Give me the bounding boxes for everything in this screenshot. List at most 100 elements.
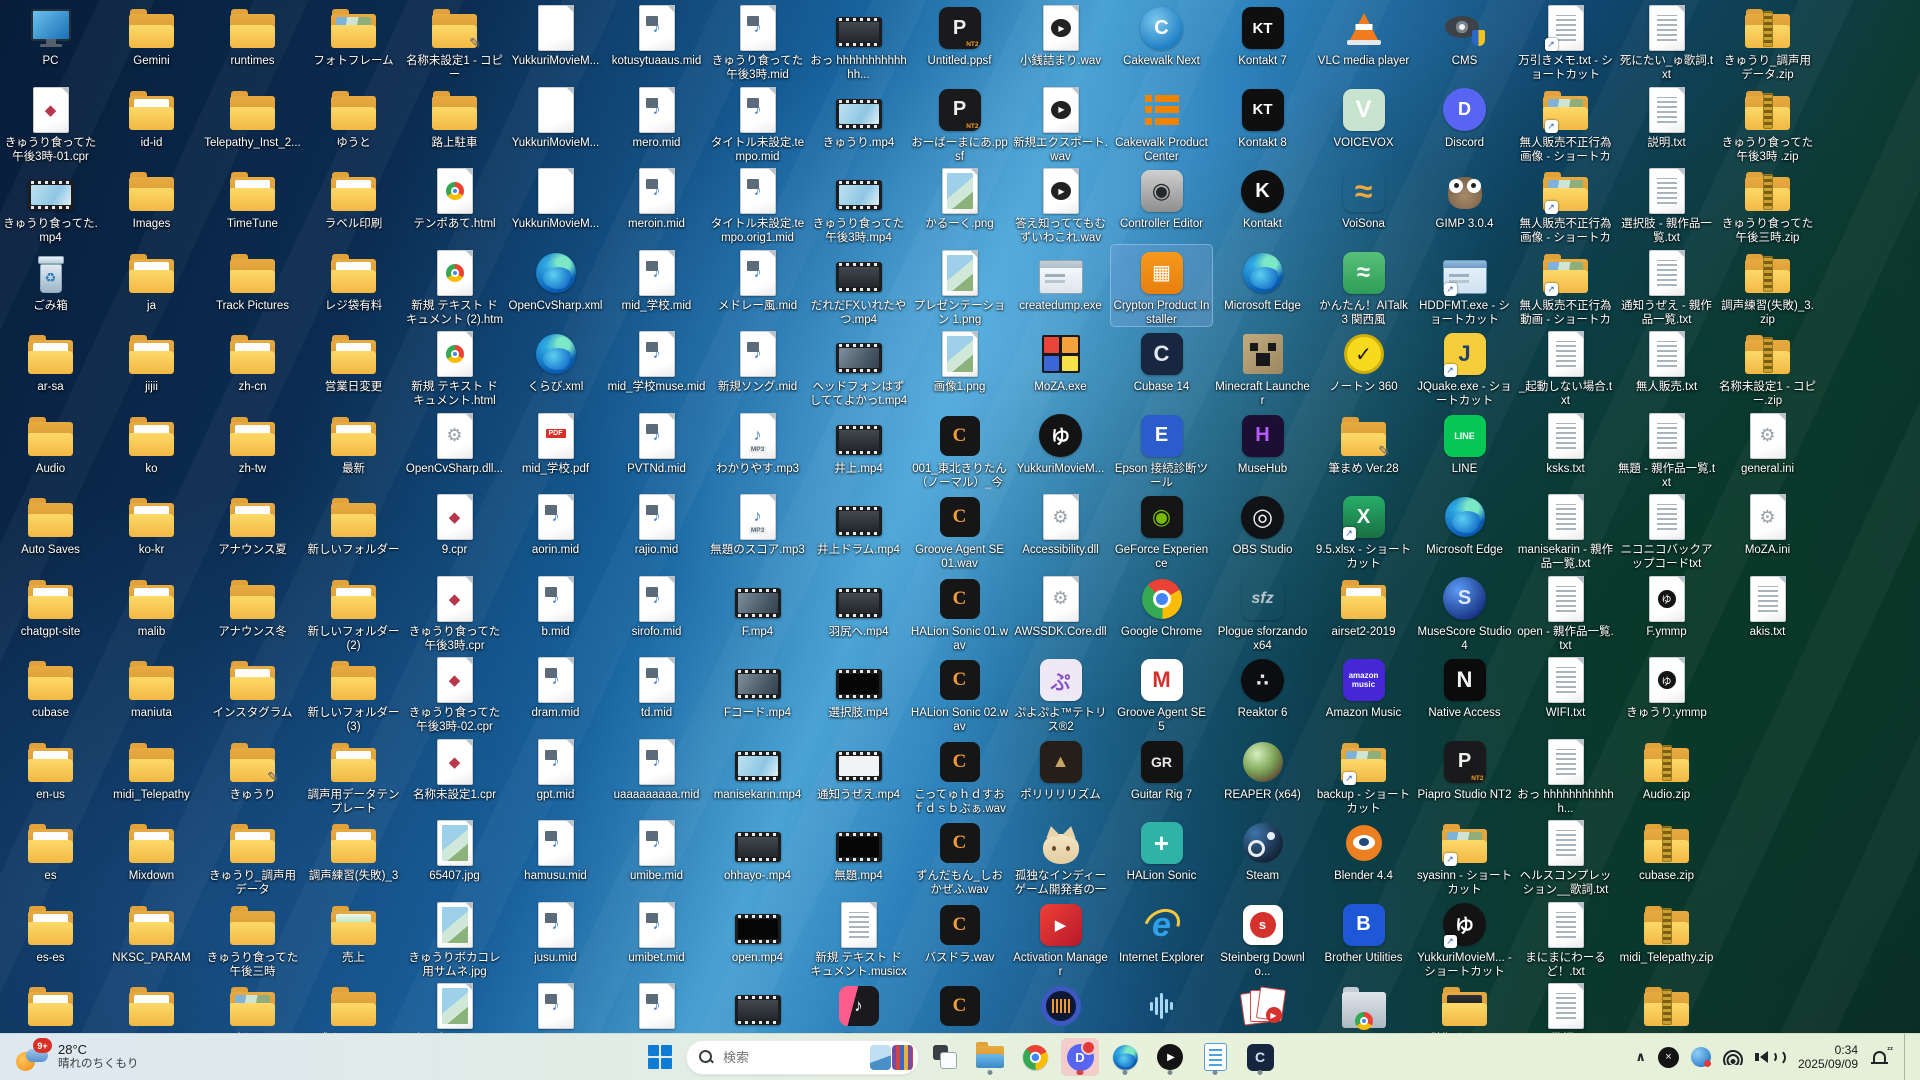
desktop-icon[interactable]: 井上ドラム.mp4 bbox=[808, 489, 909, 571]
desktop-icon[interactable]: ♪ meroin.mid bbox=[606, 163, 707, 245]
desktop-icon[interactable]: K...t Fil... bbox=[1111, 978, 1212, 1034]
desktop-icon[interactable]: 新規 テキスト ドキュメント.html bbox=[404, 326, 505, 408]
desktop-icon[interactable]: Audio bbox=[0, 408, 101, 490]
desktop-icon[interactable]: 新しいフォルダー bbox=[303, 489, 404, 571]
desktop-icon[interactable]: ◉ Controller Editor bbox=[1111, 163, 1212, 245]
desktop-icon[interactable]: ⚙ AWSSDK.Core.dll bbox=[1010, 571, 1111, 653]
desktop-icon[interactable]: ↗ backup - ショートカット bbox=[1313, 734, 1414, 816]
desktop-icon[interactable]: E Epson 接続診断ツール bbox=[1111, 408, 1212, 490]
desktop-icon[interactable]: 新規 テキスト ドキュメント.musicxml bbox=[808, 897, 909, 979]
desktop-icon[interactable]: 通知うぜえ - 親作品一覧.txt bbox=[1616, 245, 1717, 327]
desktop-icon[interactable]: アナウンス夏 bbox=[202, 489, 303, 571]
desktop-icon[interactable]: だれだFXいれたやつ.mp4 bbox=[808, 245, 909, 327]
desktop-icon[interactable]: _起動しない場合.txt bbox=[1515, 326, 1616, 408]
desktop-icon[interactable]: ♪ aorin.mid bbox=[505, 489, 606, 571]
desktop-icon[interactable]: ♪うた... bbox=[808, 978, 909, 1034]
desktop-icon[interactable]: 調声練習(失敗)_3 bbox=[303, 815, 404, 897]
desktop-icon[interactable]: かるーく.png bbox=[909, 163, 1010, 245]
desktop-icon[interactable]: ◆ きゅうり食ってた午後3時-02.cpr bbox=[404, 652, 505, 734]
desktop-icon[interactable]: M Groove Agent SE 5 bbox=[1111, 652, 1212, 734]
desktop-icon[interactable]: Microsoft Edge bbox=[1212, 245, 1313, 327]
start-button[interactable] bbox=[641, 1038, 679, 1076]
desktop-icon[interactable]: Mixdown bbox=[101, 815, 202, 897]
desktop-icon[interactable]: ♪ 新規ソング.mid bbox=[707, 326, 808, 408]
desktop-icon[interactable]: ♪ タイトル未設定.tempo.orig1.mid bbox=[707, 163, 808, 245]
desktop-icon[interactable]: C Cakewalk Next bbox=[1111, 0, 1212, 82]
tray-mute-icon[interactable]: × bbox=[1657, 1046, 1679, 1068]
desktop-icon[interactable]: + HALion Sonic bbox=[1111, 815, 1212, 897]
desktop-icon[interactable]: ▶ Activation Manager bbox=[1010, 897, 1111, 979]
desktop-icon[interactable]: F.mp4 bbox=[707, 571, 808, 653]
search-input[interactable] bbox=[721, 1048, 835, 1066]
desktop-icon[interactable]: maniuta bbox=[101, 652, 202, 734]
desktop-icon[interactable]: zh-tw bbox=[202, 408, 303, 490]
taskbar-app-text-editor[interactable] bbox=[1196, 1038, 1234, 1076]
desktop-icon[interactable]: プレゼンテーション... bbox=[404, 978, 505, 1034]
desktop-icon[interactable]: ♪ MP3 無題のスコア.mp3 bbox=[707, 489, 808, 571]
desktop-icon[interactable]: 無題.mp4 bbox=[808, 815, 909, 897]
desktop-icon[interactable]: 通知うぜえ.mp4 bbox=[808, 734, 909, 816]
desktop-icon[interactable]: 名称未設定1 - コピー.zip bbox=[1717, 326, 1818, 408]
desktop-icon[interactable]: cubase bbox=[0, 652, 101, 734]
desktop-icon[interactable]: B Brother Utilities bbox=[1313, 897, 1414, 979]
show-desktop-button[interactable] bbox=[1904, 1034, 1910, 1080]
desktop-icon[interactable]: きゅうりボカコレ用サムネ.jpg bbox=[404, 897, 505, 979]
desktop-icon[interactable]: malib bbox=[101, 571, 202, 653]
tray-app-icon[interactable] bbox=[1690, 1047, 1711, 1067]
desktop-icon[interactable]: ko bbox=[101, 408, 202, 490]
desktop-icon[interactable]: MoZA.exe bbox=[1010, 326, 1111, 408]
desktop-icon[interactable]: Fコード.mp4 bbox=[707, 652, 808, 734]
desktop-icon[interactable]: amazon music Amazon Music bbox=[1313, 652, 1414, 734]
desktop-icon[interactable]: e Internet Explorer bbox=[1111, 897, 1212, 979]
desktop-icon[interactable]: きゅうり食ってた午後三時 bbox=[202, 897, 303, 979]
desktop-icon[interactable]: ◎ OBS Studio bbox=[1212, 489, 1313, 571]
desktop-icon[interactable]: ♪ gpt.mid bbox=[505, 734, 606, 816]
desktop-icon[interactable]: KT Kontakt 8 bbox=[1212, 82, 1313, 164]
desktop-icon[interactable]: ♪ メドレー風.mid bbox=[707, 245, 808, 327]
desktop-icon[interactable]: 無人販売.txt bbox=[1616, 326, 1717, 408]
desktop-icon[interactable]: ksks.txt bbox=[1515, 408, 1616, 490]
desktop-icon[interactable]: V VOICEVOX bbox=[1313, 82, 1414, 164]
desktop-icon[interactable]: ♪ umibet.mid bbox=[606, 897, 707, 979]
desktop-icon[interactable]: くらび.xml bbox=[505, 326, 606, 408]
desktop-icon[interactable]: TimeTune bbox=[202, 163, 303, 245]
desktop-icon[interactable]: きゅうり.mp4 bbox=[808, 82, 909, 164]
desktop-icon[interactable]: ↗ 万引きメモ.txt - ショートカット bbox=[1515, 0, 1616, 82]
desktop-icon[interactable]: ⚙ MoZA.ini bbox=[1717, 489, 1818, 571]
desktop-icon[interactable]: LINE LINE bbox=[1414, 408, 1515, 490]
desktop-icon[interactable]: Minecraft Launcher bbox=[1212, 326, 1313, 408]
desktop-icon[interactable]: Track Pictures bbox=[202, 245, 303, 327]
desktop-icon[interactable]: ✎ きゅうり bbox=[202, 734, 303, 816]
desktop-icon[interactable]: ゆきゅうり.ymmp bbox=[1616, 652, 1717, 734]
desktop-icon[interactable]: ↗ 無人販売不正行為動画 - ショートカット bbox=[1515, 245, 1616, 327]
desktop-icon[interactable]: YukkuriMovieM... bbox=[505, 163, 606, 245]
desktop-icon[interactable]: X ↗ 9.5.xlsx - ショートカット bbox=[1313, 489, 1414, 571]
desktop-icon[interactable]: C...wav bbox=[909, 978, 1010, 1034]
desktop-icon[interactable]: C バスドラ.wav bbox=[909, 897, 1010, 979]
desktop-icon[interactable]: 選択肢 - 親作品一覧.txt bbox=[1616, 163, 1717, 245]
desktop-icon[interactable]: YukkuriMovieM... bbox=[505, 0, 606, 82]
desktop-icon[interactable]: ピクチャ bbox=[202, 978, 303, 1034]
desktop-icon[interactable]: chatgpt-site bbox=[0, 571, 101, 653]
weather-widget[interactable]: 9+ 28°C 晴れのちくもり bbox=[8, 1034, 147, 1080]
desktop-icon[interactable]: フォトフレーム bbox=[303, 0, 404, 82]
desktop-icon[interactable]: Chrome Remote... bbox=[1313, 978, 1414, 1034]
desktop-icon[interactable]: P NT2 Untitled.ppsf bbox=[909, 0, 1010, 82]
desktop-icon[interactable]: C Groove Agent SE 01.wav bbox=[909, 489, 1010, 571]
desktop-icon[interactable]: レジ袋有料 bbox=[303, 245, 404, 327]
desktop-icon[interactable]: ♪ mid_学校.mid bbox=[606, 245, 707, 327]
desktop-icon[interactable]: 無題 - 親作品一覧.txt bbox=[1616, 408, 1717, 490]
desktop-icon[interactable]: VLC media player bbox=[1313, 0, 1414, 82]
desktop-icon[interactable]: 選択肢.mp4 bbox=[808, 652, 909, 734]
desktop-icon[interactable]: es-es bbox=[0, 897, 101, 979]
desktop-icon[interactable]: ◆ 9.cpr bbox=[404, 489, 505, 571]
desktop-icon[interactable]: ✎ 筆まめ Ver.28 bbox=[1313, 408, 1414, 490]
taskbar-app-microsoft-edge[interactable] bbox=[1106, 1038, 1144, 1076]
desktop-icon[interactable] bbox=[0, 978, 101, 1034]
desktop-icon[interactable]: 新しいフォルダー (2) bbox=[303, 571, 404, 653]
desktop-icon[interactable]: きゅうり_調声用データ.zip bbox=[1717, 0, 1818, 82]
desktop-icon[interactable]: 防犯カメラ... bbox=[1414, 978, 1515, 1034]
desktop-icon[interactable]: WIFI.txt bbox=[1515, 652, 1616, 734]
desktop-icon[interactable]: YukkuriMovieM... bbox=[505, 82, 606, 164]
desktop-icon[interactable]: ◆ 名称未設定1.cpr bbox=[404, 734, 505, 816]
